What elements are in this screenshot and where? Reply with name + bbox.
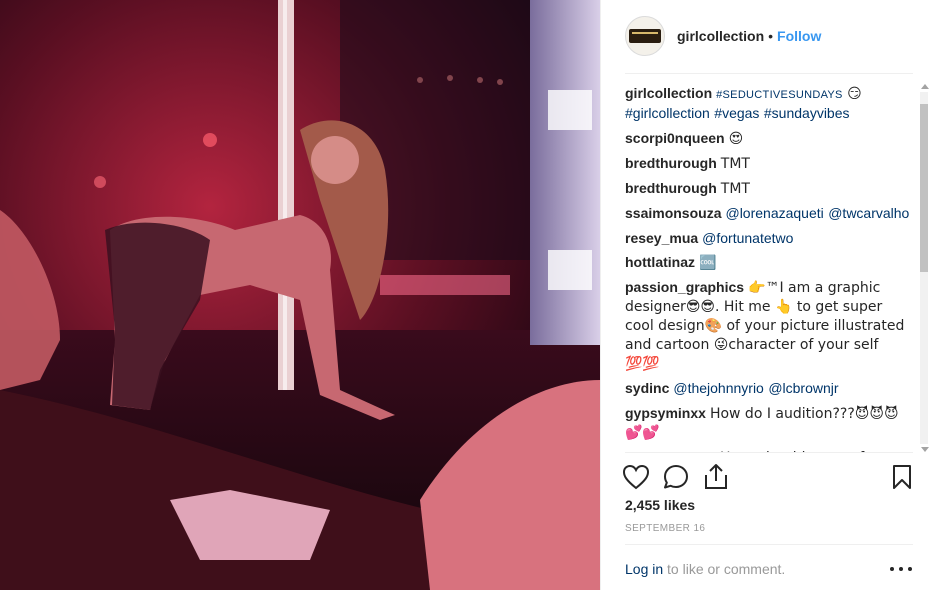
comment-tag-link[interactable]: @lcbrownjr — [768, 380, 838, 396]
comment-username[interactable]: girlcollection — [625, 85, 712, 101]
post-sidebar: girlcollection • Follow girlcollection #S… — [600, 0, 932, 590]
comment-item: passion_graphics 👉™I am a graphic designe… — [625, 278, 915, 373]
photo-illustration — [0, 0, 600, 590]
comment-item: resey_mua @fortunatetwo — [625, 229, 915, 247]
comment-tag-link[interactable]: @twcarvalho — [828, 205, 909, 221]
comment-tag-link[interactable]: @thejohnnyrio — [673, 380, 764, 396]
comment-item: gypsyminxx How do I audition???😈😈😈💕💕 — [625, 404, 915, 442]
login-link[interactable]: Log in — [625, 561, 663, 577]
comment-tag-link[interactable]: #SEDUCTIVESUNDAYS — [716, 89, 843, 101]
comment-tag-link[interactable]: #sundayvibes — [764, 105, 850, 121]
footer-divider — [625, 544, 913, 545]
comment-text: 🆒 — [699, 255, 717, 271]
brand-logo-icon — [629, 29, 661, 43]
comment-username[interactable]: bredthurough — [625, 180, 717, 196]
action-bar — [617, 458, 921, 498]
comment-tag-link[interactable]: #vegas — [714, 105, 759, 121]
bookmark-icon[interactable] — [887, 462, 917, 492]
comments-scrollbar[interactable] — [918, 84, 930, 452]
header-divider — [625, 73, 913, 74]
comment-tag-link[interactable]: #girlcollection — [625, 105, 710, 121]
comment-username[interactable]: resey_mua — [625, 230, 698, 246]
more-options-button[interactable] — [890, 562, 912, 576]
comment-item: sydinc @thejohnnyrio @lcbrownjr — [625, 379, 915, 398]
comment-item: scorpi0nqueen 😍 — [625, 129, 915, 148]
avatar[interactable] — [625, 16, 665, 56]
comment-username[interactable]: bredthurough — [625, 155, 717, 171]
post-photo[interactable] — [0, 0, 600, 590]
share-icon[interactable] — [701, 462, 731, 492]
comment-item: girlcollection #SEDUCTIVESUNDAYS 😏 #girlco… — [625, 84, 915, 123]
instagram-post: girlcollection • Follow girlcollection #S… — [0, 0, 932, 590]
comment-text: 😏 — [842, 86, 862, 102]
actions-divider — [625, 452, 913, 453]
login-prompt-text: to like or comment. — [663, 561, 786, 577]
comment-username[interactable]: gypsyminxx — [625, 405, 706, 421]
header-username[interactable]: girlcollection — [677, 28, 764, 44]
comment-text: TMT — [720, 156, 750, 172]
comment-username[interactable]: scorpi0nqueen — [625, 130, 725, 146]
comment-item: bredthurough TMT — [625, 179, 915, 198]
comment-text: TMT — [720, 181, 750, 197]
dot-icon — [890, 567, 894, 571]
comment-item: hottlatinaz 🆒 — [625, 253, 915, 272]
post-header: girlcollection • Follow — [601, 0, 932, 72]
dot-icon — [899, 567, 903, 571]
comment-username[interactable]: ssaimonsouza — [625, 205, 721, 221]
likes-count[interactable]: 2,455 likes — [625, 497, 695, 513]
login-prompt: Log in to like or comment. — [625, 561, 785, 577]
scroll-up-arrow-icon[interactable] — [921, 84, 929, 89]
comment-item: bredthurough TMT — [625, 154, 915, 173]
comment-username[interactable]: sydinc — [625, 380, 669, 396]
comments-list[interactable]: girlcollection #SEDUCTIVESUNDAYS 😏 #girlco… — [625, 84, 915, 452]
heart-icon[interactable] — [621, 462, 651, 492]
comment-tag-link[interactable]: @fortunatetwo — [702, 230, 793, 246]
dot-icon — [908, 567, 912, 571]
header-separator: • — [768, 28, 774, 44]
scroll-down-arrow-icon[interactable] — [921, 447, 929, 452]
post-date[interactable]: SEPTEMBER 16 — [625, 523, 705, 534]
comment-text: 😍 — [728, 131, 744, 147]
comment-icon[interactable] — [661, 462, 691, 492]
comment-tag-link[interactable]: @lorenazaqueti — [725, 205, 823, 221]
follow-button[interactable]: Follow — [777, 28, 821, 44]
comment-username[interactable]: hottlatinaz — [625, 254, 695, 270]
comment-item: ssaimonsouza @lorenazaqueti @twcarvalho — [625, 204, 915, 223]
scroll-thumb[interactable] — [920, 104, 928, 272]
comment-username[interactable]: passion_graphics — [625, 279, 744, 295]
